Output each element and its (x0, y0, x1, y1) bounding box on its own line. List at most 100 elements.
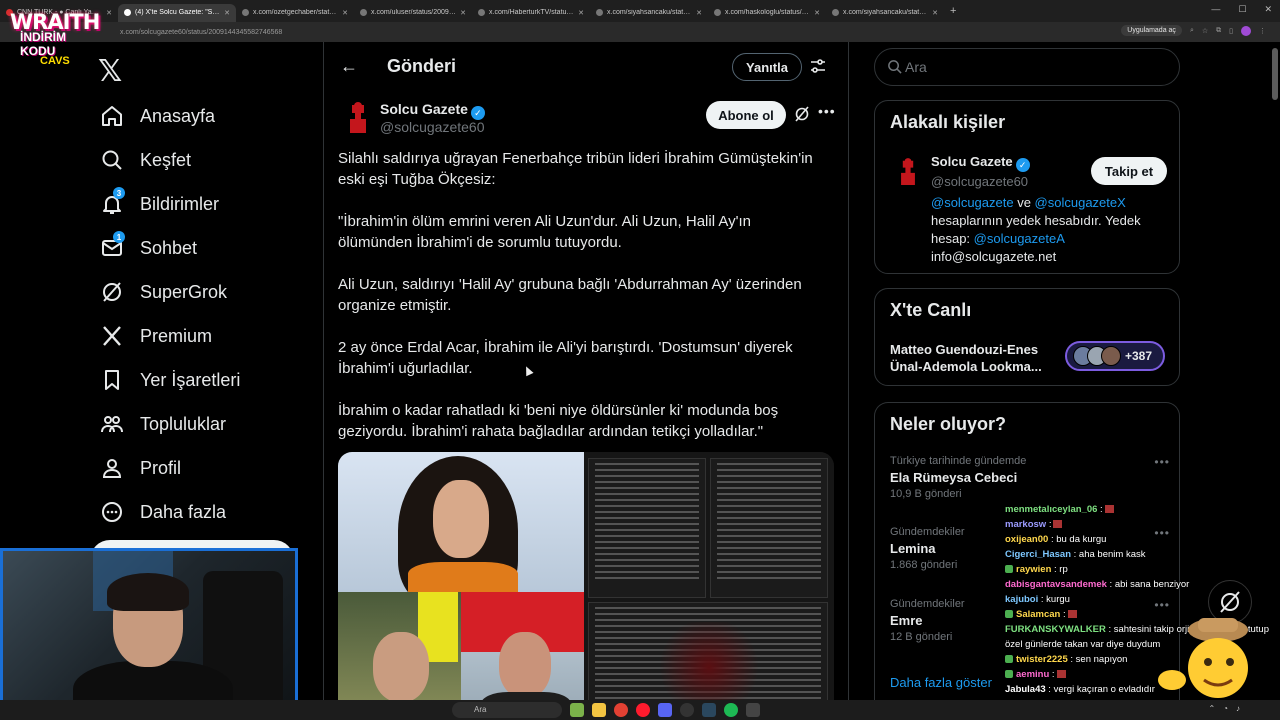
chat-text: : rp (1051, 564, 1068, 575)
post-paragraph: 2 ay önce Erdal Acar, İbrahim ile Ali'yi… (338, 339, 793, 377)
new-tab-button[interactable]: + (950, 5, 956, 17)
bio-mention-link[interactable]: @solcugazeteX (1035, 195, 1126, 210)
star-icon[interactable]: ☆ (1202, 27, 1208, 35)
search-box[interactable]: Ara (874, 48, 1180, 86)
profile-avatar[interactable] (1241, 25, 1251, 36)
image-face (373, 632, 429, 702)
browser-tab[interactable]: x.com/ozetgechaber/status/20... ✕ (236, 4, 354, 22)
browser-tab[interactable]: x.com/uluser/status/20090452... ✕ (354, 4, 472, 22)
more-options-icon[interactable]: ••• (1154, 455, 1170, 469)
bio-mention-link[interactable]: @solcugazeteA (974, 231, 1065, 246)
tab-close-icon[interactable]: ✕ (106, 9, 112, 17)
browser-tab-active[interactable]: (4) X'te Solcu Gazete: "Silahlı sa... ✕ (118, 3, 236, 22)
chat-message: markosw : (1005, 517, 1275, 532)
image-face (499, 632, 551, 698)
browser-tab[interactable]: x.com/HaberturkTV/status/200... ✕ (472, 4, 590, 22)
post-header: ← Gönderi Yanıtla (324, 42, 848, 92)
related-name[interactable]: Solcu Gazete ✓ (931, 154, 1030, 172)
sidebar-item-profile[interactable]: Profil (98, 446, 240, 490)
trend-item[interactable]: Türkiye tarihinde gündemde Ela Rümeysa C… (890, 455, 1170, 500)
tab-close-icon[interactable]: ✕ (578, 9, 584, 17)
post-paragraph: İbrahim o kadar rahatladı ki 'beni niye … (338, 402, 779, 440)
sidebar-item-explore[interactable]: Keşfet (98, 138, 240, 182)
app-obs-icon[interactable] (680, 703, 694, 717)
app-steam-icon[interactable] (702, 703, 716, 717)
minimize-icon[interactable]: — (1211, 4, 1220, 15)
communities-icon (98, 410, 126, 438)
media-image-woman-portrait[interactable] (338, 452, 584, 606)
document-line (595, 523, 699, 525)
search-icon (98, 146, 126, 174)
close-window-icon[interactable]: ✕ (1264, 4, 1272, 15)
sidebar-icon[interactable]: ▯ (1229, 27, 1233, 35)
subscribe-button[interactable]: Abone ol (706, 101, 786, 129)
bio-mention-link[interactable]: @solcugazete (931, 195, 1014, 210)
url-field[interactable]: x.com/solcugazete60/status/2009144345582… (120, 29, 282, 36)
taskbar-apps (570, 703, 760, 717)
chat-username: raywien (1016, 564, 1052, 575)
grok-icon[interactable] (794, 106, 810, 127)
sidebar-item-more[interactable]: Daha fazla (98, 490, 240, 534)
app-terminal-icon[interactable] (746, 703, 760, 717)
app-opera-icon[interactable] (636, 703, 650, 717)
browser-tab[interactable]: x.com/siyahsancaku/status/20... ✕ (826, 4, 944, 22)
browser-tab[interactable]: x.com/haskologlu/status/2009... ✕ (708, 4, 826, 22)
document-line (595, 529, 699, 531)
more-options-icon[interactable]: ••• (818, 103, 836, 119)
author-handle[interactable]: @solcugazete60 (380, 119, 485, 135)
menu-kebab-icon[interactable]: ⋮ (1259, 27, 1266, 35)
sidebar-item-communities[interactable]: Topluluklar (98, 402, 240, 446)
document-line (717, 535, 821, 537)
app-chrome-icon[interactable] (614, 703, 628, 717)
sidebar-item-notifications[interactable]: 3 Bildirimler (98, 182, 240, 226)
webcam-person-hair (107, 573, 189, 611)
document-line (595, 571, 699, 573)
extensions-icon[interactable]: ⧉ (1216, 27, 1221, 35)
settings-sliders-icon[interactable] (810, 58, 826, 79)
app-widgets-icon[interactable] (570, 703, 584, 717)
author-avatar[interactable] (338, 98, 378, 138)
live-space-title[interactable]: Matteo Guendouzi-Enes Ünal-Ademola Lookm… (890, 341, 1060, 375)
sidebar-item-home[interactable]: Anasayfa (98, 94, 240, 138)
chat-text: : sen napıyon (1067, 654, 1128, 665)
x-logo-icon[interactable]: 𝕏 (98, 54, 122, 89)
media-image-document-screenshot[interactable] (584, 452, 834, 720)
reply-button[interactable]: Yanıtla (732, 53, 802, 81)
document-line (595, 619, 821, 621)
tab-close-icon[interactable]: ✕ (224, 9, 230, 17)
tab-close-icon[interactable]: ✕ (460, 9, 466, 17)
tab-close-icon[interactable]: ✕ (342, 9, 348, 17)
page-scrollbar[interactable] (1272, 48, 1278, 100)
address-bar-actions: Uygulamada aç ⌕ ☆ ⧉ ▯ ⋮ (1121, 25, 1266, 36)
document-line (717, 511, 821, 513)
tab-close-icon[interactable]: ✕ (932, 9, 938, 17)
document-line (595, 607, 821, 609)
sidebar-item-premium[interactable]: Premium (98, 314, 240, 358)
document-page (710, 458, 828, 598)
back-arrow-icon[interactable]: ← (340, 56, 358, 77)
tab-close-icon[interactable]: ✕ (814, 9, 820, 17)
app-folder-icon[interactable] (592, 703, 606, 717)
related-avatar[interactable] (889, 153, 927, 191)
trend-count: 10,9 B gönderi (890, 488, 962, 500)
browser-tab[interactable]: x.com/siyahsancaku/status/200...✕ (590, 4, 708, 22)
author-name[interactable]: Solcu Gazete ✓ (380, 101, 485, 120)
show-more-link[interactable]: Daha fazla göster (890, 675, 992, 690)
open-in-app-chip[interactable]: Uygulamada aç (1121, 25, 1182, 36)
address-bar: x.com/solcugazete60/status/2009144345582… (0, 22, 1280, 42)
sidebar-item-bookmarks[interactable]: Yer İşaretleri (98, 358, 240, 402)
tab-close-icon[interactable]: ✕ (696, 9, 702, 17)
taskbar-search[interactable]: Ara (452, 702, 562, 718)
follow-button[interactable]: Takip et (1091, 157, 1167, 185)
live-listeners-pill[interactable]: +387 (1065, 341, 1165, 371)
sidebar-item-supergrok[interactable]: SuperGrok (98, 270, 240, 314)
app-spotify-icon[interactable] (724, 703, 738, 717)
zoom-icon[interactable]: ⌕ (1190, 27, 1194, 35)
maximize-icon[interactable]: ☐ (1238, 4, 1246, 15)
card-title: X'te Canlı (890, 300, 972, 320)
chat-message: menmetalıceylan_06 : (1005, 502, 1275, 517)
sidebar-item-chat[interactable]: 1 Sohbet (98, 226, 240, 270)
document-line (717, 481, 821, 483)
related-handle[interactable]: @solcugazete60 (931, 174, 1028, 189)
app-discord-icon[interactable] (658, 703, 672, 717)
